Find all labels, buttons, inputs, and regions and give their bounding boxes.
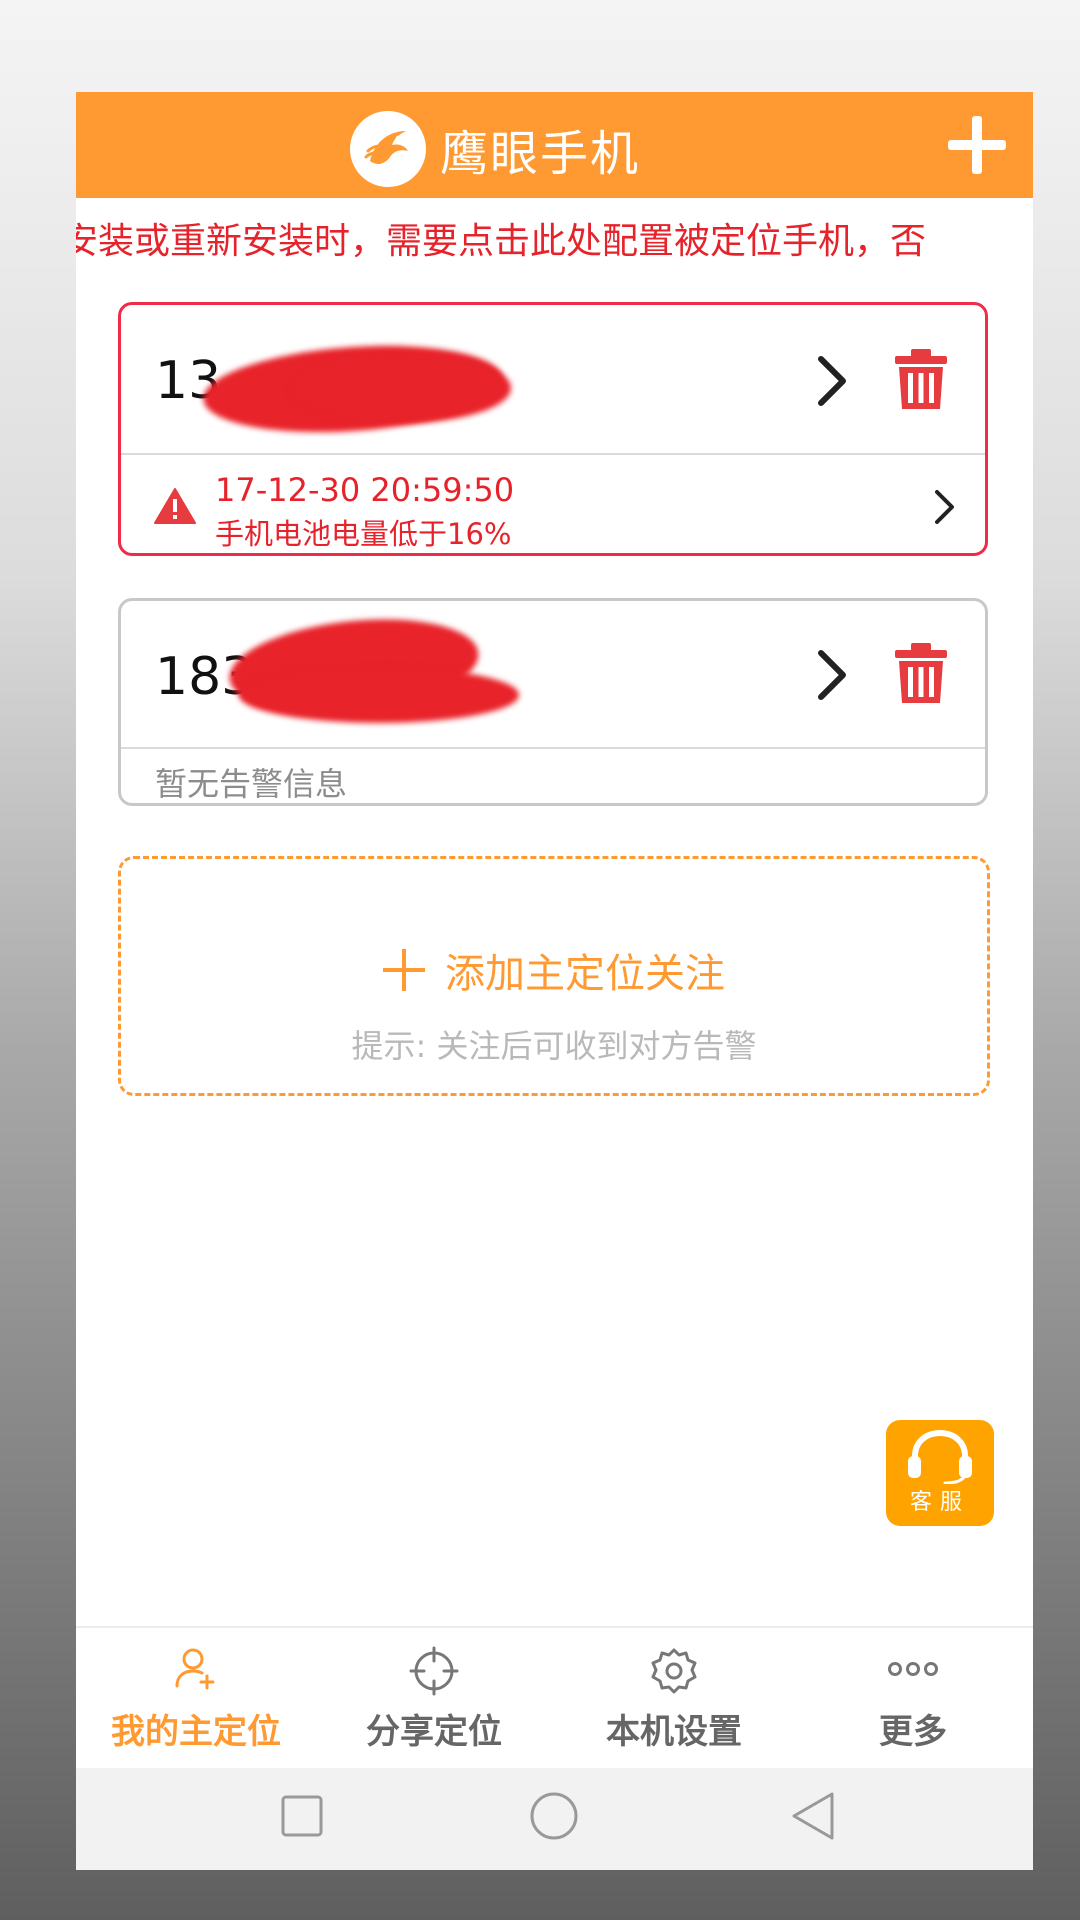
alert-time: 17-12-30 20:59:50 xyxy=(215,471,515,509)
home-icon[interactable] xyxy=(528,1790,580,1842)
app-logo-group: 鹰眼手机 xyxy=(350,111,641,187)
tab-label: 我的主定位 xyxy=(111,1712,281,1752)
app-screen: 鹰眼手机 安装或重新安装时，需要点击此处配置被定位手机，否 13 17-12-3… xyxy=(76,92,1033,1870)
headset-icon xyxy=(908,1429,972,1484)
tab-more[interactable]: 更多 xyxy=(793,1628,1033,1768)
add-follow-hint: 提示: 关注后可收到对方告警 xyxy=(351,1027,757,1065)
plus-icon xyxy=(383,949,425,991)
more-dots-icon xyxy=(793,1646,1033,1692)
trash-delete-icon[interactable] xyxy=(893,347,949,411)
customer-service-label: 客服 xyxy=(909,1490,970,1515)
redaction-mark xyxy=(291,353,511,423)
device-card[interactable]: 13 17-12-30 20:59:50 手机电池电量低于16% xyxy=(118,302,988,556)
tab-label: 分享定位 xyxy=(366,1712,502,1752)
device-row[interactable]: 183 xyxy=(121,601,985,749)
customer-service-button[interactable]: 客服 xyxy=(886,1420,994,1526)
device-alert-row[interactable]: 17-12-30 20:59:50 手机电池电量低于16% xyxy=(121,455,985,553)
add-device-plus-icon[interactable] xyxy=(948,116,1006,174)
chevron-right-icon[interactable] xyxy=(933,489,957,525)
chevron-right-icon[interactable] xyxy=(815,649,849,701)
gear-icon xyxy=(554,1646,794,1696)
trash-delete-icon[interactable] xyxy=(893,641,949,705)
app-header: 鹰眼手机 xyxy=(76,92,1033,198)
alert-message: 手机电池电量低于16% xyxy=(215,517,512,551)
tab-my-main-location[interactable]: 我的主定位 xyxy=(76,1628,316,1768)
crosshair-icon xyxy=(314,1646,554,1696)
person-add-icon xyxy=(76,1646,316,1692)
tab-label: 本机设置 xyxy=(606,1712,742,1752)
tab-label: 更多 xyxy=(879,1712,947,1752)
redaction-mark xyxy=(239,667,519,723)
chevron-right-icon[interactable] xyxy=(815,355,849,407)
tab-device-settings[interactable]: 本机设置 xyxy=(554,1628,794,1768)
bottom-tab-bar: 我的主定位 分享定位 本机设置 更多 xyxy=(76,1626,1033,1768)
config-notice-text: 安装或重新安装时，需要点击此处配置被定位手机，否 xyxy=(76,221,927,262)
device-card[interactable]: 183 暂无告警信息 xyxy=(118,598,988,806)
warning-icon xyxy=(154,488,196,524)
add-follow-row: 添加主定位关注 xyxy=(121,941,987,999)
device-row[interactable]: 13 xyxy=(121,305,985,453)
config-notice-marquee[interactable]: 安装或重新安装时，需要点击此处配置被定位手机，否 xyxy=(76,198,1033,268)
recents-icon[interactable] xyxy=(280,1794,324,1838)
system-nav-bar xyxy=(76,1768,1033,1870)
back-icon[interactable] xyxy=(788,1790,838,1842)
add-follow-label: 添加主定位关注 xyxy=(445,951,725,997)
app-title: 鹰眼手机 xyxy=(440,126,641,182)
add-follow-button[interactable]: 添加主定位关注 提示: 关注后可收到对方告警 xyxy=(118,856,990,1096)
eagle-logo-icon xyxy=(350,111,426,187)
no-alert-text: 暂无告警信息 xyxy=(155,765,348,803)
card-divider xyxy=(121,747,985,749)
tab-share-location[interactable]: 分享定位 xyxy=(314,1628,554,1768)
